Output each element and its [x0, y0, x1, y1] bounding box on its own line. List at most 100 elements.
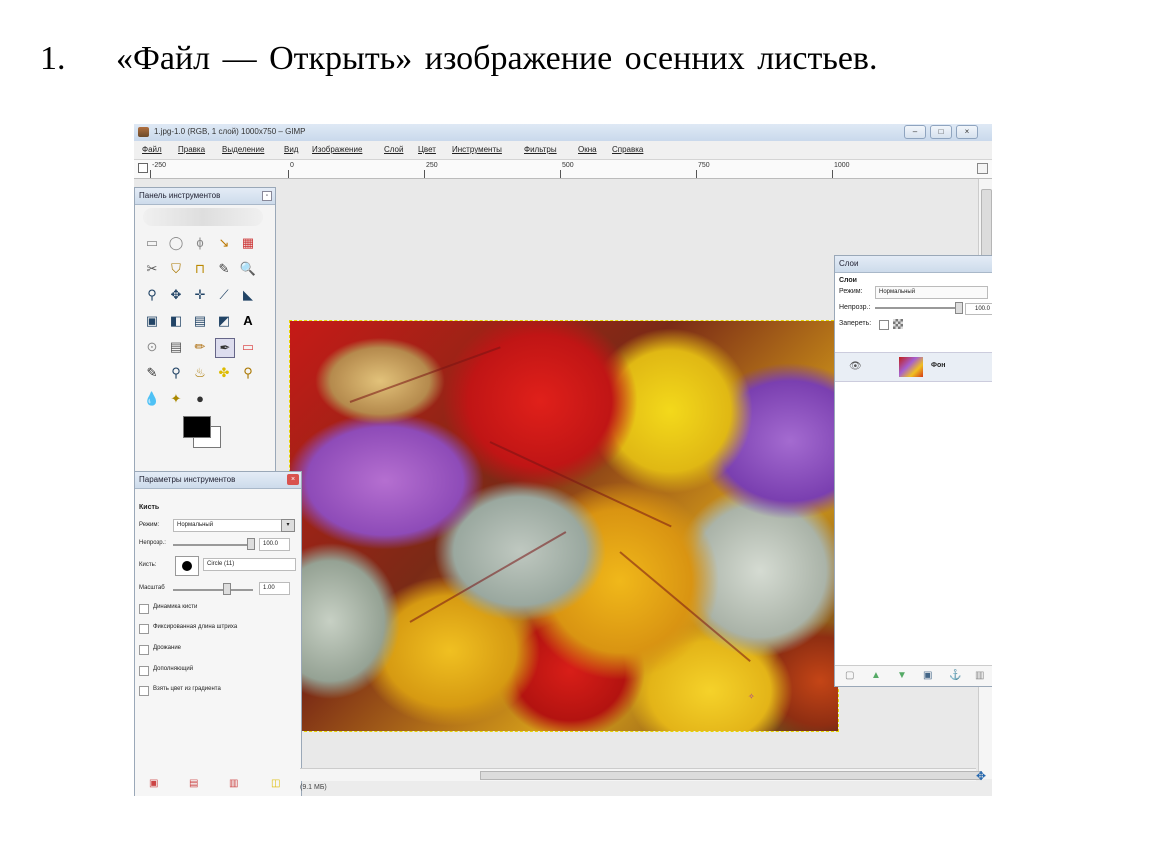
lock-pixels-checkbox[interactable] — [879, 320, 889, 330]
visibility-eye-icon[interactable]: 👁 — [849, 361, 862, 372]
layer-row[interactable]: 👁 Фон — [835, 352, 992, 382]
rotate-tool-icon[interactable]: ◣ — [239, 286, 257, 304]
ruler-label: 750 — [698, 162, 710, 169]
horizontal-scroll-thumb[interactable] — [480, 771, 982, 780]
menu-file[interactable]: Файл — [142, 145, 162, 154]
autumn-leaves-image[interactable] — [289, 320, 839, 732]
pencil-tool-icon[interactable]: ✏ — [191, 338, 209, 356]
duplicate-layer-icon[interactable]: ▣ — [923, 670, 932, 681]
rect-select-tool-icon[interactable]: ▭ — [143, 234, 161, 252]
layers-opacity-value[interactable]: 100.0 — [965, 303, 992, 315]
brush-name[interactable]: Circle (11) — [203, 558, 296, 571]
menu-select[interactable]: Выделение — [222, 145, 264, 154]
raise-layer-icon[interactable]: ▲ — [871, 670, 881, 681]
menu-windows[interactable]: Окна — [578, 145, 597, 154]
lower-layer-icon[interactable]: ▼ — [897, 670, 907, 681]
lock-alpha-icon[interactable] — [893, 319, 903, 329]
layers-opacity-row: Непрозр.: 100.0 — [835, 300, 992, 316]
brush-preview[interactable] — [175, 556, 199, 576]
paths-tool-icon[interactable]: ⊓ — [191, 260, 209, 278]
ellipse-select-tool-icon[interactable]: ◯ — [167, 234, 185, 252]
measure-tool-icon[interactable]: ⚲ — [143, 286, 161, 304]
menu-tools[interactable]: Инструменты — [452, 145, 502, 154]
zoom-tool-icon[interactable]: 🔍 — [239, 260, 257, 278]
blend-tool-icon[interactable]: ▤ — [167, 338, 185, 356]
save-options-icon[interactable]: ▣ — [149, 778, 158, 789]
perspective-clone-tool-icon[interactable]: ⚲ — [239, 364, 257, 382]
dodge-burn-tool-icon[interactable]: ● — [191, 390, 209, 408]
layers-mode-row: Режим: Нормальный — [835, 284, 992, 300]
gradient-color-checkbox[interactable] — [139, 686, 149, 696]
paintbrush-tool-icon[interactable]: ✒ — [215, 338, 235, 358]
menu-edit[interactable]: Правка — [178, 145, 205, 154]
blur-tool-icon[interactable]: 💧 — [143, 390, 161, 408]
eraser-tool-icon[interactable]: ▭ — [239, 338, 257, 356]
scale-slider[interactable] — [173, 589, 253, 591]
jitter-checkbox[interactable] — [139, 645, 149, 655]
fuzzy-select-tool-icon[interactable]: ↘ — [215, 234, 233, 252]
shear-tool-icon[interactable]: ◧ — [167, 312, 185, 330]
incremental-checkbox[interactable] — [139, 666, 149, 676]
navigate-icon[interactable]: ✥ — [976, 769, 986, 783]
ruler-label: 250 — [426, 162, 438, 169]
incremental-label: Дополняющий — [153, 666, 194, 672]
color-select-tool-icon[interactable]: ▦ — [239, 234, 257, 252]
foreground-color-swatch[interactable] — [183, 416, 211, 438]
reset-options-icon[interactable]: ◫ — [271, 778, 280, 789]
anchor-layer-icon[interactable]: ⚓ — [949, 670, 961, 681]
bucket-fill-tool-icon[interactable]: ⊙ — [143, 338, 161, 356]
crop-tool-icon[interactable]: ⟋ — [215, 286, 233, 304]
color-picker-tool-icon[interactable]: ✎ — [215, 260, 233, 278]
mode-dropdown-icon[interactable]: ▾ — [281, 519, 295, 532]
layers-tab-label: Слои — [839, 277, 857, 284]
delete-layer-icon[interactable]: ▥ — [975, 670, 984, 681]
restore-options-icon[interactable]: ▤ — [189, 778, 198, 789]
menu-colors[interactable]: Цвет — [418, 145, 436, 154]
close-button[interactable]: × — [956, 125, 978, 139]
heal-tool-icon[interactable]: ✤ — [215, 364, 233, 382]
tool-options-close-icon[interactable]: × — [287, 474, 299, 485]
free-select-tool-icon[interactable]: ϕ — [191, 234, 209, 252]
move-tool-icon[interactable]: ✥ — [167, 286, 185, 304]
menu-view[interactable]: Вид — [284, 145, 298, 154]
gradient-color-label: Взять цвет из градиента — [153, 686, 221, 692]
quick-mask-toggle[interactable] — [138, 163, 148, 173]
ink-tool-icon[interactable]: ⚲ — [167, 364, 185, 382]
fixed-stroke-checkbox[interactable] — [139, 624, 149, 634]
scale-slider-knob[interactable] — [223, 583, 231, 595]
mode-select[interactable]: Нормальный — [173, 519, 282, 532]
tool-options-title: Параметры инструментов — [139, 475, 236, 484]
toolbox-close-icon[interactable]: ▫ — [262, 191, 272, 201]
menu-help[interactable]: Справка — [612, 145, 643, 154]
layer-name[interactable]: Фон — [931, 362, 945, 369]
smudge-tool-icon[interactable]: ✦ — [167, 390, 185, 408]
scale-value[interactable]: 1.00 — [259, 582, 290, 595]
layers-opacity-knob[interactable] — [955, 302, 963, 314]
perspective-tool-icon[interactable]: ▤ — [191, 312, 209, 330]
menu-layer[interactable]: Слой — [384, 145, 403, 154]
layers-opacity-slider[interactable] — [875, 307, 959, 309]
new-layer-icon[interactable]: ▢ — [845, 670, 854, 681]
horizontal-scrollbar[interactable] — [300, 768, 982, 781]
layers-mode-select[interactable]: Нормальный — [875, 286, 988, 299]
menu-filters[interactable]: Фильтры — [524, 145, 557, 154]
brush-circle-icon — [182, 561, 192, 571]
opacity-slider-knob[interactable] — [247, 538, 255, 550]
foreground-select-tool-icon[interactable]: ⛉ — [167, 260, 185, 278]
opacity-value[interactable]: 100.0 — [259, 538, 290, 551]
clone-tool-icon[interactable]: ♨ — [191, 364, 209, 382]
text-tool-icon[interactable]: A — [239, 312, 257, 330]
scissors-tool-icon[interactable]: ✂ — [143, 260, 161, 278]
brush-dynamics-expander[interactable] — [139, 604, 149, 614]
delete-options-icon[interactable]: ▥ — [229, 778, 238, 789]
airbrush-tool-icon[interactable]: ✎ — [143, 364, 161, 382]
layers-lock-row: Запереть: — [835, 316, 992, 332]
zoom-toggle-icon[interactable] — [977, 163, 988, 174]
flip-tool-icon[interactable]: ◩ — [215, 312, 233, 330]
minimize-button[interactable]: – — [904, 125, 926, 139]
scale-tool-icon[interactable]: ▣ — [143, 312, 161, 330]
opacity-slider[interactable] — [173, 544, 253, 546]
align-tool-icon[interactable]: ✛ — [191, 286, 209, 304]
maximize-button[interactable]: □ — [930, 125, 952, 139]
menu-image[interactable]: Изображение — [312, 145, 362, 154]
